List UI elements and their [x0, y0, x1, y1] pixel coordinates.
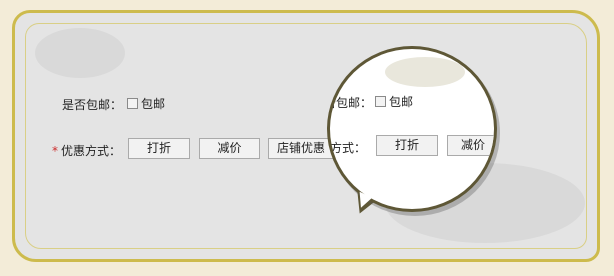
magnifier-bubble: 否包邮： 包邮 惠方式： 打折 减价 [327, 46, 497, 212]
magnifier-shine [385, 57, 465, 87]
magnified-free-shipping-label: 否包邮： [327, 96, 373, 110]
magnified-discount-method-label: 惠方式： [330, 141, 367, 155]
magnified-free-shipping-option: 包邮 [389, 95, 414, 109]
free-shipping-checkbox[interactable] [127, 98, 138, 109]
discount-button-jianjia[interactable]: 减价 [199, 138, 260, 159]
free-shipping-label: 是否包邮： [62, 98, 123, 112]
decorative-blob [35, 28, 125, 78]
discount-button-dazhe[interactable]: 打折 [128, 138, 190, 159]
magnified-discount-button-jianjia[interactable]: 减价 [447, 135, 494, 156]
magnified-discount-button-dazhe[interactable]: 打折 [376, 135, 438, 156]
required-star: * [52, 144, 58, 158]
magnified-free-shipping-checkbox[interactable] [375, 96, 386, 107]
discount-method-text: 优惠方式： [61, 144, 122, 158]
discount-method-label: * 优惠方式： [52, 142, 121, 159]
form-panel [12, 10, 600, 262]
discount-button-dianpu-youhui[interactable]: 店铺优惠 [268, 138, 334, 159]
free-shipping-option-label: 包邮 [141, 97, 166, 111]
